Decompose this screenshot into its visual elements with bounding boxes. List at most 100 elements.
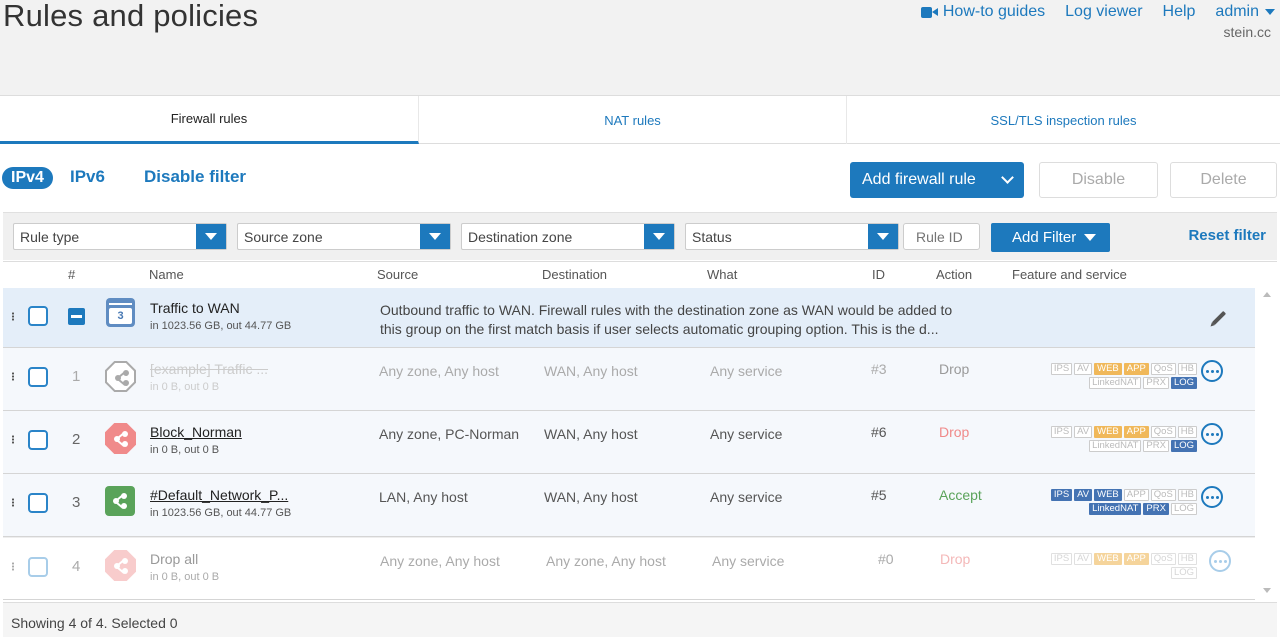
more-options-icon[interactable]	[1209, 550, 1231, 572]
drag-handle-icon[interactable]	[11, 312, 15, 321]
dropdown-arrow-icon	[644, 224, 674, 249]
more-options-icon[interactable]	[1201, 486, 1223, 508]
chevron-down-icon[interactable]	[991, 162, 1024, 198]
destination-zone-select[interactable]: Destination zone	[461, 223, 675, 250]
vertical-scrollbar[interactable]	[1257, 288, 1277, 601]
rule-id-input[interactable]	[903, 223, 980, 250]
ipv6-toggle[interactable]: IPv6	[70, 167, 105, 187]
col-id: ID	[872, 267, 885, 282]
rule-traffic: in 1023.56 GB, out 44.77 GB	[150, 507, 292, 519]
table-row[interactable]: 3 #Default_Network_P... in 1023.56 GB, o…	[3, 474, 1255, 537]
ipv4-toggle[interactable]: IPv4	[2, 167, 53, 189]
add-firewall-rule-button[interactable]: Add firewall rule	[850, 162, 1024, 198]
rule-number: 2	[72, 431, 81, 448]
scroll-up-icon[interactable]	[1263, 292, 1271, 297]
rule-id: #3	[871, 361, 887, 377]
rule-name[interactable]: Block_Norman	[150, 424, 242, 440]
rule-name[interactable]: [example] Traffic ...	[150, 361, 268, 377]
log-viewer-link[interactable]: Log viewer	[1065, 3, 1142, 21]
rule-what: Any service	[710, 426, 783, 442]
col-name: Name	[149, 267, 184, 282]
drag-handle-icon[interactable]	[11, 562, 15, 571]
rule-action: Drop	[939, 361, 970, 377]
row-checkbox[interactable]	[28, 493, 48, 513]
rule-number: 3	[72, 494, 81, 511]
rule-octagon-icon	[105, 361, 136, 392]
add-filter-button[interactable]: Add Filter	[991, 223, 1110, 252]
col-destination: Destination	[542, 267, 608, 282]
rule-destination: WAN, Any host	[544, 426, 638, 442]
video-camera-icon	[920, 6, 938, 19]
rule-number: 4	[72, 558, 81, 575]
top-links: How-to guides Log viewer Help admin	[920, 3, 1275, 21]
row-checkbox[interactable]	[28, 430, 48, 450]
rule-destination: WAN, Any host	[544, 489, 638, 505]
dropdown-arrow-icon	[196, 224, 226, 249]
row-checkbox[interactable]	[28, 367, 48, 387]
rule-id: #5	[871, 487, 887, 503]
rule-destination: Any zone, Any host	[546, 553, 666, 569]
help-link[interactable]: Help	[1163, 3, 1196, 21]
more-options-icon[interactable]	[1201, 423, 1223, 445]
edit-pencil-icon[interactable]	[1211, 310, 1227, 326]
dropdown-arrow-icon	[1084, 234, 1097, 241]
feature-badges: IPS AV WEB APP QoS HB LinkedNAT PRX LOG	[1027, 489, 1197, 517]
reset-filter-link[interactable]: Reset filter	[1188, 227, 1266, 244]
rule-id: #0	[878, 551, 894, 567]
caret-down-icon	[1265, 9, 1275, 15]
drag-handle-icon[interactable]	[11, 498, 15, 507]
filter-bar: Rule type Source zone Destination zone S…	[3, 212, 1277, 260]
tab-ssl-tls-rules[interactable]: SSL/TLS inspection rules	[847, 96, 1280, 144]
rule-type-select[interactable]: Rule type	[13, 223, 227, 250]
rule-octagon-icon	[105, 423, 136, 454]
rule-id: #6	[871, 424, 887, 440]
rule-destination: WAN, Any host	[544, 363, 638, 379]
group-traffic: in 1023.56 GB, out 44.77 GB	[150, 320, 292, 332]
rule-octagon-icon	[105, 550, 136, 581]
how-to-guides-link[interactable]: How-to guides	[920, 3, 1045, 21]
drag-handle-icon[interactable]	[11, 435, 15, 444]
collapse-group-icon[interactable]	[68, 308, 85, 325]
page-title: Rules and policies	[3, 0, 259, 33]
feature-badges: IPS AV WEB APP QoS HB LOG	[1027, 553, 1197, 581]
admin-menu[interactable]: admin	[1215, 3, 1275, 21]
rule-accept-icon	[105, 486, 135, 516]
row-checkbox[interactable]	[28, 306, 48, 326]
disable-button[interactable]: Disable	[1039, 162, 1158, 198]
rule-action: Accept	[939, 487, 982, 503]
row-checkbox[interactable]	[28, 557, 48, 577]
table-row[interactable]: 1 [example] Traffic ... in 0 B, out 0 B …	[3, 348, 1255, 411]
page-header: Rules and policies How-to guides Log vie…	[0, 0, 1280, 96]
table-header: # Name Source Destination What ID Action…	[3, 261, 1277, 288]
domain-label: stein.cc	[1223, 24, 1271, 40]
dropdown-arrow-icon	[868, 224, 898, 249]
rule-action: Drop	[940, 551, 971, 567]
delete-button[interactable]: Delete	[1170, 162, 1277, 198]
drag-handle-icon[interactable]	[11, 372, 15, 381]
group-name[interactable]: Traffic to WAN	[150, 300, 240, 316]
rule-what: Any service	[710, 489, 783, 505]
rule-source: LAN, Any host	[379, 489, 468, 505]
source-zone-select[interactable]: Source zone	[237, 223, 451, 250]
table-row[interactable]: 2 Block_Norman in 0 B, out 0 B Any zone,…	[3, 411, 1255, 474]
tab-nat-rules[interactable]: NAT rules	[419, 96, 847, 144]
rule-traffic: in 0 B, out 0 B	[150, 571, 220, 583]
group-description: Outbound traffic to WAN. Firewall rules …	[380, 302, 953, 337]
rule-name[interactable]: #Default_Network_P...	[150, 487, 288, 503]
rule-source: Any zone, Any host	[379, 363, 499, 379]
rule-group-row[interactable]: 3 Traffic to WAN in 1023.56 GB, out 44.7…	[3, 288, 1255, 348]
rule-number: 1	[72, 368, 81, 385]
tab-firewall-rules[interactable]: Firewall rules	[0, 96, 419, 144]
status-bar: Showing 4 of 4. Selected 0	[3, 602, 1277, 637]
rule-source: Any zone, Any host	[380, 553, 500, 569]
col-what: What	[707, 267, 738, 282]
scroll-down-icon[interactable]	[1263, 588, 1271, 593]
rule-name[interactable]: Drop all	[150, 551, 198, 567]
dropdown-arrow-icon	[420, 224, 450, 249]
rule-what: Any service	[710, 363, 783, 379]
rule-tabs: Firewall rules NAT rules SSL/TLS inspect…	[0, 95, 1280, 144]
status-select[interactable]: Status	[685, 223, 899, 250]
table-row[interactable]: 4 Drop all in 0 B, out 0 B Any zone, Any…	[3, 537, 1255, 600]
disable-filter-link[interactable]: Disable filter	[144, 167, 246, 187]
more-options-icon[interactable]	[1201, 360, 1223, 382]
